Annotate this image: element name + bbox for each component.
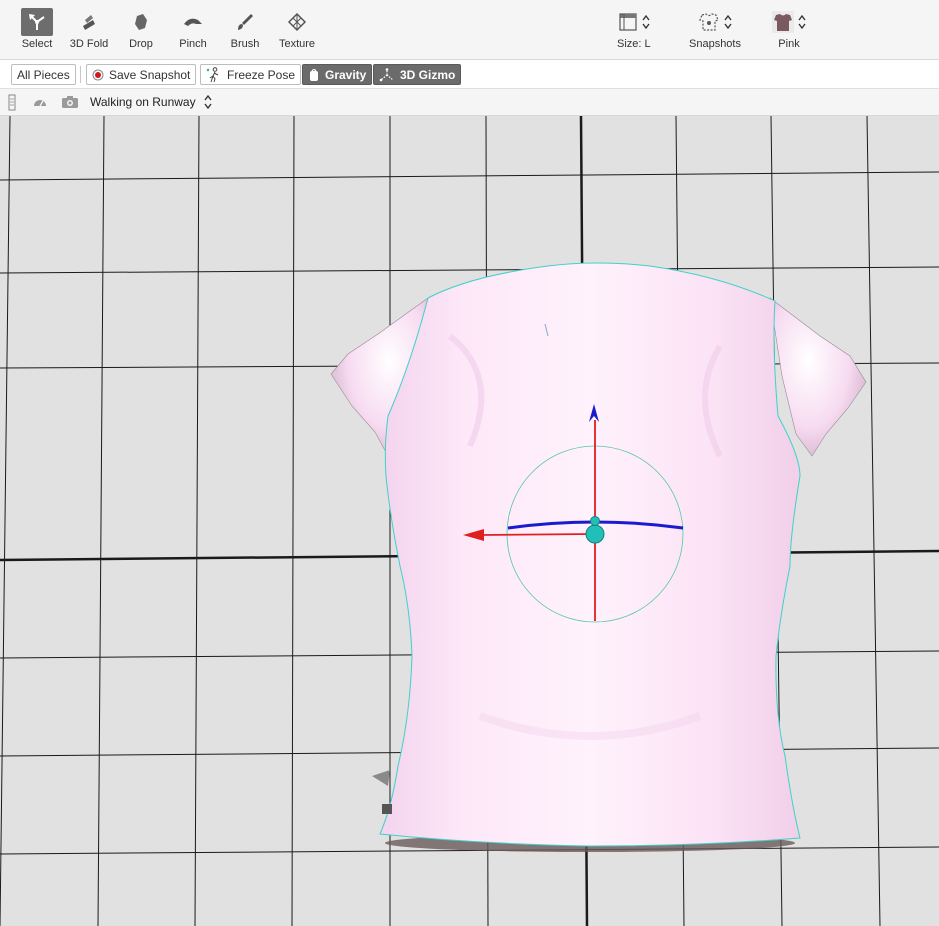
gravity-label: Gravity [325,67,367,82]
size-icon [619,13,637,31]
animation-bar: Walking on Runway [0,89,939,116]
animation-updown-icon[interactable] [204,94,212,110]
viewport-canvas[interactable] [0,116,939,926]
gravity-toggle[interactable]: Gravity [302,64,373,85]
camera-icon[interactable] [61,95,79,109]
freeze-pose-button[interactable]: Freeze Pose [200,64,302,85]
brush-icon [229,8,261,36]
save-snapshot-button[interactable]: Save Snapshot [86,64,197,85]
size-selector[interactable]: Size: L [617,8,651,54]
gizmo-toggle[interactable]: 3D Gizmo [373,64,462,85]
gravity-icon [310,68,318,81]
animation-name: Walking on Runway [90,95,196,109]
fold-tool-label: 3D Fold [69,38,109,50]
brush-tool-label: Brush [230,38,260,50]
texture-icon [281,8,313,36]
save-snapshot-label: Save Snapshot [109,67,191,82]
divider [80,66,81,83]
size-updown-icon[interactable] [642,14,650,30]
drop-tool-button[interactable]: Drop [115,8,167,54]
gizmo-x-axis[interactable] [481,533,596,536]
freeze-figure-icon [206,66,219,82]
gizmo-center-handle[interactable] [585,524,605,544]
drag-handle-icon[interactable] [8,94,16,111]
tshirt-garment[interactable] [330,262,867,847]
snapshots-label: Snapshots [689,38,741,50]
texture-tool-label: Texture [278,38,316,50]
snapshots-updown-icon[interactable] [724,14,732,30]
color-selector[interactable]: Pink [772,8,806,54]
gizmo-icon [379,67,394,81]
main-toolbar: Select 3D Fold Drop Pinch Brush Texture … [0,0,939,60]
drop-icon [125,8,157,36]
all-pieces-label: All Pieces [17,67,70,82]
texture-tool-button[interactable]: Texture [271,8,323,54]
select-tool-label: Select [21,38,53,50]
color-swatch-icon [772,11,794,33]
pinch-icon [177,8,209,36]
gizmo-label: 3D Gizmo [400,67,456,82]
brush-tool-button[interactable]: Brush [219,8,271,54]
fold-icon [73,8,105,36]
color-updown-icon[interactable] [798,14,806,30]
pinch-tool-button[interactable]: Pinch [167,8,219,54]
fold-tool-button[interactable]: 3D Fold [63,8,115,54]
size-label: Size: L [617,38,651,50]
speed-icon[interactable] [32,95,48,109]
all-pieces-button[interactable]: All Pieces [11,64,76,85]
color-label: Pink [778,38,800,50]
action-bar: All Pieces Save Snapshot Freeze Pose Gra… [0,60,939,89]
snapshot-shirt-icon [699,13,719,31]
freeze-pose-label: Freeze Pose [227,67,296,82]
select-icon [21,8,53,36]
record-icon [92,69,104,80]
drop-tool-label: Drop [129,38,153,50]
pinch-tool-label: Pinch [179,38,207,50]
snapshots-selector[interactable]: Snapshots [689,8,741,54]
select-tool-button[interactable]: Select [11,8,63,54]
3d-viewport[interactable] [0,116,939,926]
